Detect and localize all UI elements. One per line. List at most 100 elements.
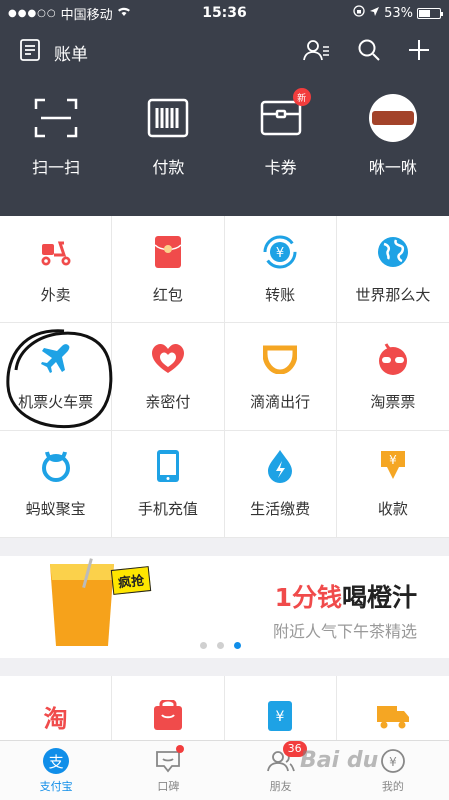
service-yen-book[interactable]: ¥: [225, 676, 337, 740]
service-label: 亲密付: [145, 392, 191, 411]
koubei-icon: [154, 745, 185, 775]
tab-label: 口碑: [157, 780, 180, 793]
phone-icon: [150, 448, 186, 484]
tab-label: 我的: [381, 780, 404, 793]
orange-juice-image: [50, 558, 114, 646]
service-phone-recharge[interactable]: 手机充值: [112, 430, 225, 538]
svg-text:¥: ¥: [276, 709, 285, 725]
quick-action-label: 卡券: [264, 158, 297, 177]
svg-text:¥: ¥: [389, 453, 397, 467]
promo-highlight: 1分钱: [274, 583, 342, 612]
pager-dot[interactable]: [217, 642, 224, 649]
watermark-logo: Bai du: [300, 748, 379, 773]
service-taobao[interactable]: 淘: [0, 676, 113, 740]
promo-subtitle: 附近人气下午茶精选: [272, 622, 417, 641]
battery-level: [419, 9, 430, 17]
airplane-icon: [38, 341, 74, 377]
service-label: 滴滴出行: [250, 392, 311, 411]
status-bar: ●●●○○ 中国移动 15:36 53%: [0, 0, 449, 26]
bill-title[interactable]: 账单: [54, 40, 88, 65]
friends-icon: 36: [266, 741, 307, 775]
service-label: 收款: [377, 500, 408, 519]
receive-money-icon: ¥: [375, 448, 411, 484]
promo-tag: 疯抢: [110, 566, 152, 595]
search-icon[interactable]: [357, 38, 381, 66]
red-envelope-icon: [150, 234, 186, 270]
promo-headline-rest: 喝橙汁: [341, 583, 417, 612]
pager-dot[interactable]: [234, 642, 241, 649]
contacts-icon[interactable]: [303, 38, 331, 66]
quick-actions: 扫一扫 付款 新 卡券 咻一咻: [0, 88, 449, 178]
taobao-glyph: 淘: [43, 704, 68, 733]
didi-icon: [262, 341, 298, 377]
barcode-pay-icon: [144, 94, 192, 142]
service-label: 转账: [265, 285, 296, 304]
quick-action-label: 付款: [152, 158, 185, 177]
service-transfer[interactable]: ¥ 转账: [224, 216, 337, 324]
signal-icon: ●●●○○: [8, 7, 57, 19]
service-label: 生活缴费: [250, 500, 311, 519]
service-label: 世界那么大: [355, 285, 431, 304]
scooter-icon: [38, 234, 74, 270]
new-badge: 新: [292, 88, 311, 106]
service-label: 手机充值: [137, 500, 198, 519]
tmall-bag-icon: [150, 698, 186, 734]
service-red-envelope[interactable]: 红包: [112, 216, 225, 324]
service-flight-train[interactable]: 机票火车票: [0, 323, 113, 431]
yen-book-icon: ¥: [262, 698, 298, 734]
profile-icon: ¥: [379, 747, 407, 775]
service-takeout[interactable]: 外卖: [0, 216, 113, 324]
taobao-icon: 淘: [38, 698, 74, 734]
quick-action-scan[interactable]: 扫一扫: [0, 94, 112, 178]
tab-alipay[interactable]: 支 支付宝: [0, 741, 112, 800]
quick-action-cards[interactable]: 新 卡券: [225, 88, 337, 178]
quick-action-pay[interactable]: 付款: [112, 94, 224, 178]
tab-koubei[interactable]: 口碑: [112, 741, 224, 800]
hearts-icon: [150, 341, 186, 377]
service-ant-treasure[interactable]: 蚂蚁聚宝: [0, 430, 113, 538]
service-label: 机票火车票: [18, 392, 94, 411]
quick-action-label: 扫一扫: [32, 158, 81, 177]
carrier-name: 中国移动: [60, 7, 113, 23]
battery-percent: 53%: [384, 5, 413, 21]
delivery-truck-icon: [375, 698, 411, 734]
tab-label: 朋友: [269, 780, 292, 793]
battery-icon: [417, 7, 443, 19]
service-delivery[interactable]: [337, 676, 449, 740]
location-arrow-icon: [369, 6, 380, 21]
service-utilities[interactable]: 生活缴费: [224, 430, 337, 538]
notification-dot: [176, 745, 185, 753]
banner-pager: [200, 642, 241, 649]
scan-icon: [32, 94, 80, 142]
promo-banner[interactable]: 疯抢 1分钱喝橙汁 附近人气下午茶精选: [0, 556, 449, 658]
tab-bar: 支 支付宝 口碑 36 朋友 ¥ 我的: [0, 740, 449, 800]
bill-icon[interactable]: [18, 38, 42, 66]
alipay-icon: 支: [43, 748, 70, 774]
quick-action-label: 咻一咻: [368, 158, 417, 177]
svg-text:¥: ¥: [389, 755, 397, 769]
ant-treasure-icon: [38, 448, 74, 484]
service-taopiaopiao[interactable]: 淘票票: [336, 323, 449, 431]
wallet-card-icon: 新: [257, 88, 311, 142]
header-panel: ●●●○○ 中国移动 15:36 53% 账单 扫一扫 付款 新 卡券 咻一咻: [0, 0, 449, 216]
xiu-avatar-icon: [368, 94, 417, 142]
service-receive-money[interactable]: ¥ 收款: [336, 431, 449, 538]
navbar: 账单: [0, 26, 449, 78]
service-grid: 外卖 红包 ¥ 转账 世界那么大 机票火车票 亲密付 滴滴出行 淘票票 蚂蚁聚宝…: [0, 216, 449, 538]
service-world[interactable]: 世界那么大: [336, 216, 449, 324]
wifi-icon: [117, 6, 131, 21]
add-icon[interactable]: [407, 38, 431, 66]
service-label: 淘票票: [370, 392, 416, 411]
pager-dot[interactable]: [200, 642, 207, 649]
service-tmall[interactable]: [112, 676, 225, 740]
taopiaopiao-icon: [375, 341, 411, 377]
transfer-yen-icon: ¥: [262, 234, 298, 270]
lock-rotation-icon: [353, 5, 365, 21]
tab-label: 支付宝: [39, 780, 73, 793]
promo-headline: 1分钱喝橙汁: [275, 578, 417, 614]
service-intimate-pay[interactable]: 亲密付: [112, 323, 225, 431]
quick-action-xiu[interactable]: 咻一咻: [337, 94, 449, 178]
water-drop-icon: [262, 448, 298, 484]
service-didi[interactable]: 滴滴出行: [224, 323, 337, 431]
globe-icon: [375, 234, 411, 270]
